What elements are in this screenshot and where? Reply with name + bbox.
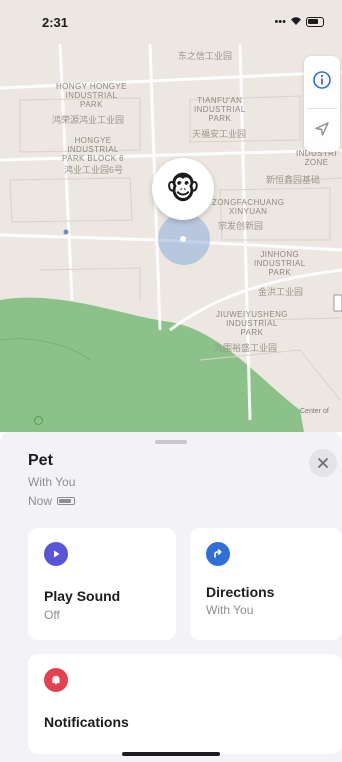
- item-status: Now: [28, 494, 76, 508]
- directions-label: Directions: [206, 584, 275, 600]
- map-label: 宗发创新园: [218, 221, 264, 231]
- play-sound-button[interactable]: Play Sound Off: [28, 528, 176, 640]
- status-bar: 2:31 •••: [0, 0, 342, 44]
- close-button[interactable]: [309, 449, 337, 477]
- map-label: TIANFU'AN INDUSTRIAL PARK: [194, 96, 246, 123]
- map-label: HONGYE INDUSTRIAL PARK BLOCK 6: [62, 136, 125, 163]
- map-label: 东之信工业园: [178, 51, 233, 61]
- battery-icon: [57, 497, 76, 505]
- notifications-button[interactable]: Notifications: [28, 654, 342, 754]
- sheet-grabber[interactable]: [155, 440, 187, 444]
- pet-map-pin[interactable]: 🐵: [152, 158, 214, 220]
- status-icons: •••: [274, 16, 324, 29]
- location-arrow-icon: [315, 121, 329, 136]
- directions-status: With You: [206, 603, 254, 617]
- wifi-icon: [290, 16, 302, 29]
- map-info-button[interactable]: [307, 60, 337, 100]
- map-label: 鸿荣源鸿业工业园: [52, 115, 125, 125]
- map-label: JINHONG INDUSTRIAL PARK: [254, 250, 306, 277]
- close-icon: [318, 458, 328, 468]
- map-label: ZONGFACHUANG XINYUAN: [212, 198, 285, 216]
- bell-icon: [44, 668, 68, 692]
- play-icon: [44, 542, 68, 566]
- monkey-icon: 🐵: [165, 172, 201, 206]
- legal-icon[interactable]: [34, 416, 43, 425]
- item-status-text: Now: [28, 494, 53, 508]
- map-label: HONGY HONGYE INDUSTRIAL PARK: [56, 82, 127, 109]
- location-dot: [180, 236, 186, 242]
- notifications-label: Notifications: [44, 714, 129, 730]
- directions-arrow-icon: [206, 542, 230, 566]
- map-label: 新恒鑫园基础: [266, 175, 321, 185]
- map-label: 九围裕盛工业园: [214, 343, 278, 353]
- map-label: 天福安工业园: [192, 129, 247, 139]
- item-title: Pet: [28, 452, 53, 469]
- battery-icon: [306, 17, 324, 27]
- info-icon: [313, 71, 331, 89]
- directions-button[interactable]: Directions With You: [190, 528, 342, 640]
- map-label: 鸿业工业园6号: [64, 165, 124, 175]
- map-controls: [304, 56, 340, 152]
- map-legal-label[interactable]: Center of: [300, 408, 329, 415]
- signal-icon: •••: [274, 16, 286, 28]
- map-view[interactable]: 2:31 ••• 东之信工业园 HONGY HONGYE INDUSTRIAL …: [0, 0, 342, 432]
- home-indicator[interactable]: [122, 752, 220, 756]
- map-label: 金洪工业园: [258, 287, 304, 297]
- item-subtitle: With You: [28, 475, 76, 489]
- status-time: 2:31: [42, 14, 69, 30]
- play-sound-label: Play Sound: [44, 588, 121, 604]
- play-sound-status: Off: [44, 608, 60, 622]
- item-detail-sheet: Pet With You Now Play Sound Off Directio…: [0, 432, 342, 762]
- map-location-button[interactable]: [307, 108, 337, 148]
- map-label: JIUWEIYUSHENG INDUSTRIAL PARK: [216, 310, 288, 337]
